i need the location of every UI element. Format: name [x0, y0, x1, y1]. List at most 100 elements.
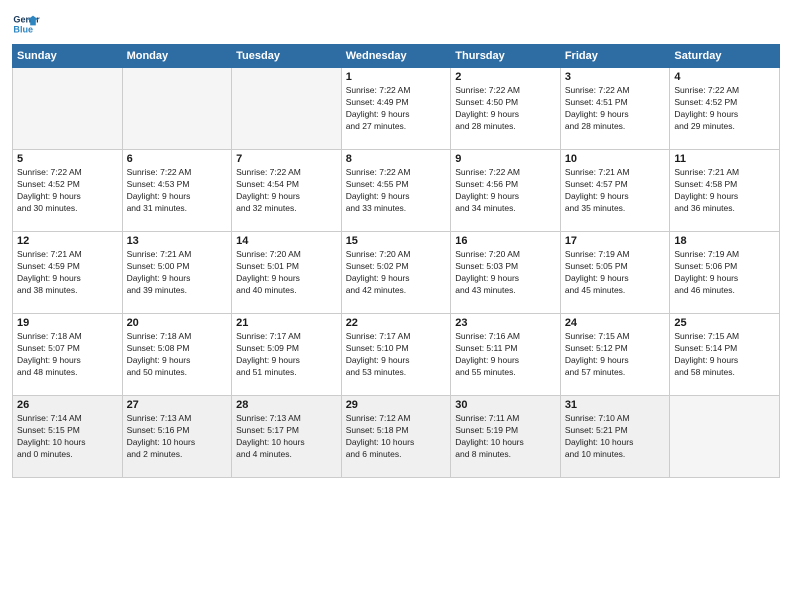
calendar-cell: 7 Sunrise: 7:22 AM Sunset: 4:54 PM Daylig… — [232, 150, 342, 232]
day-info: Sunrise: 7:20 AM Sunset: 5:01 PM Dayligh… — [236, 249, 337, 297]
calendar-cell: 16 Sunrise: 7:20 AM Sunset: 5:03 PM Dayli… — [451, 232, 561, 314]
calendar-cell: 21 Sunrise: 7:17 AM Sunset: 5:09 PM Dayli… — [232, 314, 342, 396]
day-number: 29 — [346, 399, 447, 411]
day-number: 10 — [565, 153, 666, 165]
day-number: 11 — [674, 153, 775, 165]
day-info: Sunrise: 7:20 AM Sunset: 5:03 PM Dayligh… — [455, 249, 556, 297]
day-info: Sunrise: 7:11 AM Sunset: 5:19 PM Dayligh… — [455, 413, 556, 461]
calendar-cell: 23 Sunrise: 7:16 AM Sunset: 5:11 PM Dayli… — [451, 314, 561, 396]
day-info: Sunrise: 7:12 AM Sunset: 5:18 PM Dayligh… — [346, 413, 447, 461]
weekday-header-tuesday: Tuesday — [232, 45, 342, 68]
calendar-cell: 9Sunrise: 7:22 AM Sunset: 4:56 PM Daylig… — [451, 150, 561, 232]
day-info: Sunrise: 7:19 AM Sunset: 5:06 PM Dayligh… — [674, 249, 775, 297]
day-info: Sunrise: 7:17 AM Sunset: 5:09 PM Dayligh… — [236, 331, 337, 379]
day-info: Sunrise: 7:13 AM Sunset: 5:17 PM Dayligh… — [236, 413, 337, 461]
calendar-cell: 20Sunrise: 7:18 AM Sunset: 5:08 PM Dayli… — [122, 314, 232, 396]
day-number: 21 — [236, 317, 337, 329]
calendar-cell: 1 Sunrise: 7:22 AM Sunset: 4:49 PM Daylig… — [341, 68, 451, 150]
day-info: Sunrise: 7:22 AM Sunset: 4:56 PM Dayligh… — [455, 167, 556, 215]
logo: General Blue — [12, 10, 44, 38]
weekday-header-sunday: Sunday — [13, 45, 123, 68]
weekday-header-monday: Monday — [122, 45, 232, 68]
calendar-cell: 3 Sunrise: 7:22 AM Sunset: 4:51 PM Daylig… — [560, 68, 670, 150]
day-info: Sunrise: 7:21 AM Sunset: 5:00 PM Dayligh… — [127, 249, 228, 297]
day-number: 26 — [17, 399, 118, 411]
day-number: 6 — [127, 153, 228, 165]
day-number: 17 — [565, 235, 666, 247]
day-info: Sunrise: 7:16 AM Sunset: 5:11 PM Dayligh… — [455, 331, 556, 379]
day-info: Sunrise: 7:18 AM Sunset: 5:07 PM Dayligh… — [17, 331, 118, 379]
weekday-header-row: SundayMondayTuesdayWednesdayThursdayFrid… — [13, 45, 780, 68]
day-number: 13 — [127, 235, 228, 247]
calendar-cell: 31Sunrise: 7:10 AM Sunset: 5:21 PM Dayli… — [560, 396, 670, 478]
svg-text:Blue: Blue — [13, 24, 33, 34]
day-number: 1 — [346, 71, 447, 83]
day-number: 14 — [236, 235, 337, 247]
day-info: Sunrise: 7:22 AM Sunset: 4:51 PM Dayligh… — [565, 85, 666, 133]
day-number: 24 — [565, 317, 666, 329]
calendar-cell: 30Sunrise: 7:11 AM Sunset: 5:19 PM Dayli… — [451, 396, 561, 478]
day-info: Sunrise: 7:19 AM Sunset: 5:05 PM Dayligh… — [565, 249, 666, 297]
calendar-cell: 14 Sunrise: 7:20 AM Sunset: 5:01 PM Dayli… — [232, 232, 342, 314]
calendar-cell: 4 Sunrise: 7:22 AM Sunset: 4:52 PM Daylig… — [670, 68, 780, 150]
calendar-cell: 13 Sunrise: 7:21 AM Sunset: 5:00 PM Dayli… — [122, 232, 232, 314]
day-info: Sunrise: 7:17 AM Sunset: 5:10 PM Dayligh… — [346, 331, 447, 379]
calendar-cell: 10 Sunrise: 7:21 AM Sunset: 4:57 PM Dayli… — [560, 150, 670, 232]
weekday-header-saturday: Saturday — [670, 45, 780, 68]
calendar-cell: 6 Sunrise: 7:22 AM Sunset: 4:53 PM Daylig… — [122, 150, 232, 232]
day-info: Sunrise: 7:21 AM Sunset: 4:59 PM Dayligh… — [17, 249, 118, 297]
day-info: Sunrise: 7:22 AM Sunset: 4:54 PM Dayligh… — [236, 167, 337, 215]
calendar-cell: 8Sunrise: 7:22 AM Sunset: 4:55 PM Daylig… — [341, 150, 451, 232]
calendar-cell: 12 Sunrise: 7:21 AM Sunset: 4:59 PM Dayli… — [13, 232, 123, 314]
calendar-cell: 22Sunrise: 7:17 AM Sunset: 5:10 PM Dayli… — [341, 314, 451, 396]
day-number: 5 — [17, 153, 118, 165]
day-info: Sunrise: 7:10 AM Sunset: 5:21 PM Dayligh… — [565, 413, 666, 461]
day-info: Sunrise: 7:15 AM Sunset: 5:12 PM Dayligh… — [565, 331, 666, 379]
calendar-cell: 17 Sunrise: 7:19 AM Sunset: 5:05 PM Dayli… — [560, 232, 670, 314]
day-number: 3 — [565, 71, 666, 83]
day-number: 4 — [674, 71, 775, 83]
day-info: Sunrise: 7:22 AM Sunset: 4:49 PM Dayligh… — [346, 85, 447, 133]
weekday-header-friday: Friday — [560, 45, 670, 68]
calendar-cell: 27 Sunrise: 7:13 AM Sunset: 5:16 PM Dayli… — [122, 396, 232, 478]
calendar-cell: 24 Sunrise: 7:15 AM Sunset: 5:12 PM Dayli… — [560, 314, 670, 396]
day-number: 28 — [236, 399, 337, 411]
day-info: Sunrise: 7:13 AM Sunset: 5:16 PM Dayligh… — [127, 413, 228, 461]
calendar-cell — [122, 68, 232, 150]
weekday-header-thursday: Thursday — [451, 45, 561, 68]
day-number: 15 — [346, 235, 447, 247]
day-number: 12 — [17, 235, 118, 247]
day-number: 16 — [455, 235, 556, 247]
day-number: 27 — [127, 399, 228, 411]
day-number: 25 — [674, 317, 775, 329]
day-info: Sunrise: 7:22 AM Sunset: 4:50 PM Dayligh… — [455, 85, 556, 133]
day-number: 7 — [236, 153, 337, 165]
calendar-cell — [232, 68, 342, 150]
day-number: 18 — [674, 235, 775, 247]
calendar-cell: 2 Sunrise: 7:22 AM Sunset: 4:50 PM Daylig… — [451, 68, 561, 150]
day-info: Sunrise: 7:22 AM Sunset: 4:53 PM Dayligh… — [127, 167, 228, 215]
day-info: Sunrise: 7:15 AM Sunset: 5:14 PM Dayligh… — [674, 331, 775, 379]
day-number: 19 — [17, 317, 118, 329]
day-info: Sunrise: 7:21 AM Sunset: 4:57 PM Dayligh… — [565, 167, 666, 215]
calendar-cell: 5 Sunrise: 7:22 AM Sunset: 4:52 PM Daylig… — [13, 150, 123, 232]
calendar-cell: 18 Sunrise: 7:19 AM Sunset: 5:06 PM Dayli… — [670, 232, 780, 314]
day-number: 20 — [127, 317, 228, 329]
day-number: 2 — [455, 71, 556, 83]
day-info: Sunrise: 7:14 AM Sunset: 5:15 PM Dayligh… — [17, 413, 118, 461]
calendar-cell: 26 Sunrise: 7:14 AM Sunset: 5:15 PM Dayli… — [13, 396, 123, 478]
calendar-table: SundayMondayTuesdayWednesdayThursdayFrid… — [12, 44, 780, 478]
day-info: Sunrise: 7:22 AM Sunset: 4:52 PM Dayligh… — [17, 167, 118, 215]
day-info: Sunrise: 7:21 AM Sunset: 4:58 PM Dayligh… — [674, 167, 775, 215]
calendar-cell: 11 Sunrise: 7:21 AM Sunset: 4:58 PM Dayli… — [670, 150, 780, 232]
week-row-3: 12 Sunrise: 7:21 AM Sunset: 4:59 PM Dayli… — [13, 232, 780, 314]
day-number: 8 — [346, 153, 447, 165]
day-info: Sunrise: 7:22 AM Sunset: 4:52 PM Dayligh… — [674, 85, 775, 133]
calendar-cell — [13, 68, 123, 150]
week-row-4: 19 Sunrise: 7:18 AM Sunset: 5:07 PM Dayli… — [13, 314, 780, 396]
week-row-2: 5 Sunrise: 7:22 AM Sunset: 4:52 PM Daylig… — [13, 150, 780, 232]
calendar-cell: 28 Sunrise: 7:13 AM Sunset: 5:17 PM Dayli… — [232, 396, 342, 478]
page: General Blue SundayMondayTuesdayWednesda… — [0, 0, 792, 612]
logo-icon: General Blue — [12, 10, 40, 38]
day-number: 23 — [455, 317, 556, 329]
